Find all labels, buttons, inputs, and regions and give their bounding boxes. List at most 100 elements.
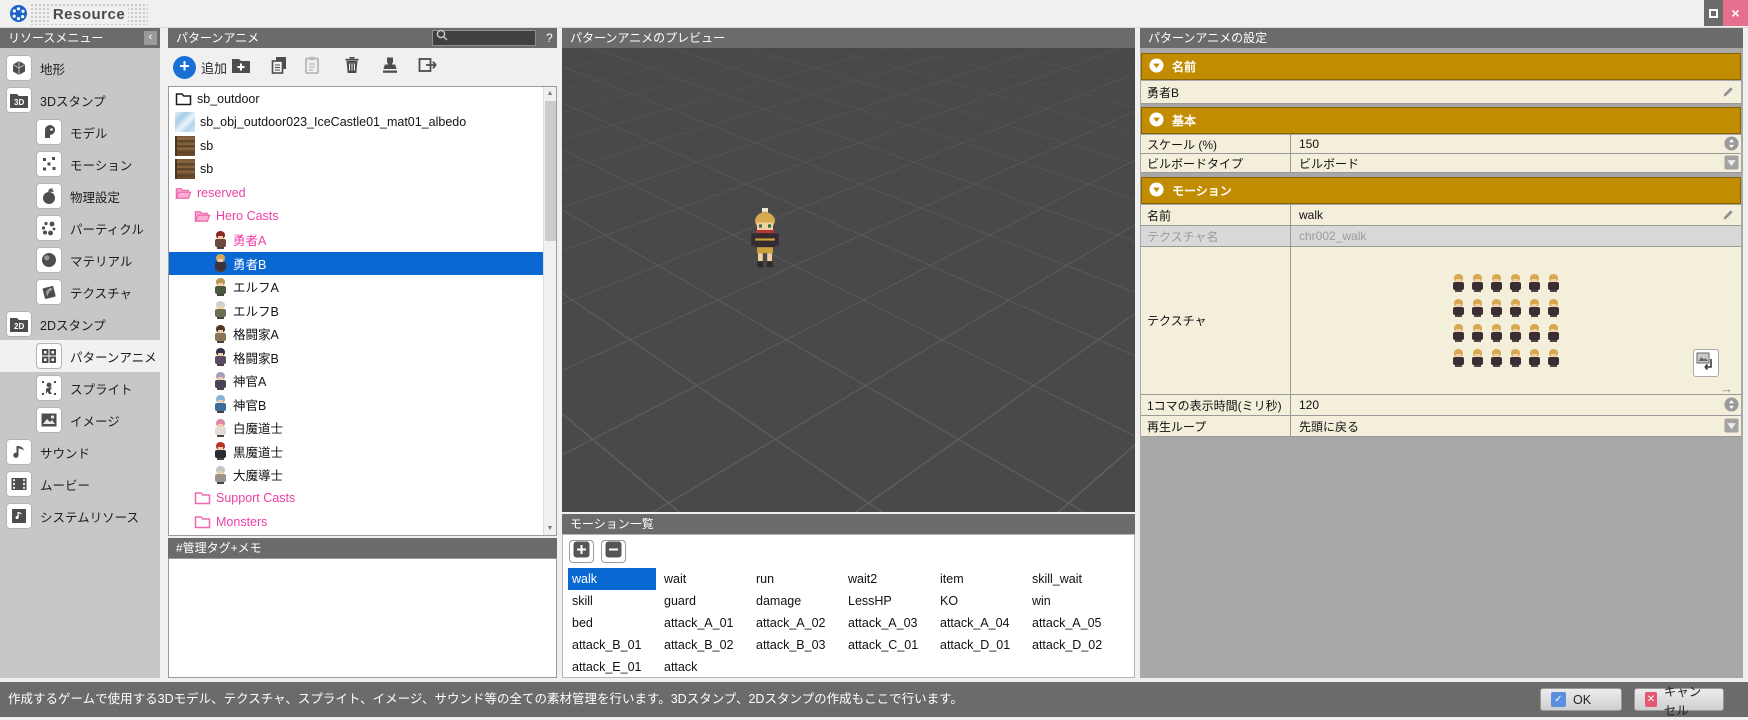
motion-item[interactable]: attack_D_01 <box>936 634 1028 656</box>
motion-item[interactable]: attack_E_01 <box>568 656 660 678</box>
scroll-down-icon[interactable]: ▼ <box>544 522 556 535</box>
tree-item[interactable]: エルフB <box>169 299 556 323</box>
tree-item[interactable]: sb_outdoor <box>169 87 556 111</box>
spinner-icon[interactable] <box>1724 136 1739 154</box>
remove-motion-button[interactable] <box>601 540 626 563</box>
search-input[interactable] <box>432 30 536 46</box>
tree-item[interactable]: Support Casts <box>169 487 556 511</box>
section-name[interactable]: 名前 <box>1141 53 1741 80</box>
sidebar-item-sprite[interactable]: スプライト <box>0 372 160 404</box>
tree-item[interactable]: 勇者A <box>169 228 556 252</box>
tree-item[interactable]: reserved <box>169 181 556 205</box>
tree-item[interactable]: 白魔道士 <box>169 416 556 440</box>
new-folder-button[interactable] <box>228 54 254 80</box>
preview-viewport[interactable] <box>562 48 1135 512</box>
sidebar-item-texture[interactable]: テクスチャ <box>0 276 160 308</box>
arrow-right-icon[interactable]: → <box>1720 381 1733 396</box>
sidebar-item-motion[interactable]: モーション <box>0 148 160 180</box>
motion-item[interactable]: KO <box>936 590 1028 612</box>
motion-item[interactable]: wait <box>660 568 752 590</box>
export-button[interactable] <box>415 54 441 80</box>
tree-item[interactable]: sb_obj_outdoor023_IceCastle01_mat01_albe… <box>169 111 556 135</box>
sidebar-item-system-resource[interactable]: システムリソース <box>0 500 160 532</box>
sidebar-item-stamp-2d[interactable]: 2D 2Dスタンプ <box>0 308 160 340</box>
frame-time-input[interactable]: 120 <box>1291 395 1741 415</box>
tree-item[interactable]: 勇者B <box>169 252 556 276</box>
motion-item[interactable]: guard <box>660 590 752 612</box>
motion-item[interactable]: run <box>752 568 844 590</box>
motion-item[interactable]: win <box>1028 590 1120 612</box>
section-basic[interactable]: 基本 <box>1141 107 1741 134</box>
motion-item[interactable]: attack_A_01 <box>660 612 752 634</box>
motion-item[interactable]: attack_B_01 <box>568 634 660 656</box>
sidebar-item-movie[interactable]: ムービー <box>0 468 160 500</box>
close-button[interactable]: × <box>1723 0 1748 26</box>
sidebar-item-label: マテリアル <box>70 251 132 270</box>
name-row[interactable]: 勇者B <box>1141 81 1741 104</box>
motion-item[interactable]: item <box>936 568 1028 590</box>
maximize-button[interactable] <box>1704 0 1723 26</box>
motion-item[interactable]: attack_B_03 <box>752 634 844 656</box>
tree-scrollbar[interactable]: ▲ ▼ <box>543 87 556 535</box>
add-button[interactable]: + 追加 <box>173 53 227 81</box>
sidebar-item-model[interactable]: モデル <box>0 116 160 148</box>
cancel-button[interactable]: ✕ キャンセル <box>1634 688 1724 711</box>
motion-name-input[interactable]: walk <box>1291 205 1741 225</box>
sidebar-item-terrain[interactable]: 地形 <box>0 52 160 84</box>
tree-item[interactable]: 黒魔道士 <box>169 440 556 464</box>
motion-item[interactable]: attack_A_05 <box>1028 612 1120 634</box>
sidebar-item-pattern-anime[interactable]: パターンアニメ <box>0 340 160 372</box>
motion-item[interactable]: LessHP <box>844 590 936 612</box>
motion-item[interactable]: damage <box>752 590 844 612</box>
image-select-button[interactable] <box>1693 349 1719 377</box>
tree-item[interactable]: 格闘家A <box>169 322 556 346</box>
motion-item[interactable]: skill_wait <box>1028 568 1120 590</box>
collapse-sidebar-button[interactable]: ‹ <box>144 31 157 45</box>
ok-button[interactable]: ✓ OK <box>1540 688 1622 711</box>
stamp-button[interactable] <box>377 54 403 80</box>
delete-button[interactable] <box>339 54 365 80</box>
help-button[interactable]: ? <box>546 28 557 48</box>
sidebar-item-particle[interactable]: パーティクル <box>0 212 160 244</box>
tree-item[interactable]: sb <box>169 134 556 158</box>
character-sprite-icon <box>1527 298 1542 318</box>
tree-item[interactable]: エルフA <box>169 275 556 299</box>
motion-item[interactable]: skill <box>568 590 660 612</box>
scroll-up-icon[interactable]: ▲ <box>544 87 556 100</box>
billboard-select[interactable]: ビルボード <box>1291 154 1741 172</box>
sidebar-item-physics[interactable]: 物理設定 <box>0 180 160 212</box>
motion-item[interactable]: bed <box>568 612 660 634</box>
motion-item[interactable]: walk <box>568 568 656 590</box>
add-motion-button[interactable] <box>569 540 594 563</box>
duplicate-button[interactable] <box>266 54 292 80</box>
sidebar-item-stamp-3d[interactable]: 3D 3Dスタンプ <box>0 84 160 116</box>
section-motion[interactable]: モーション <box>1141 177 1741 204</box>
tree-item[interactable]: 神官B <box>169 393 556 417</box>
loop-select[interactable]: 先頭に戻る <box>1291 416 1741 436</box>
tree-item[interactable]: 神官A <box>169 369 556 393</box>
motion-item[interactable]: attack_B_02 <box>660 634 752 656</box>
sidebar-item-material[interactable]: マテリアル <box>0 244 160 276</box>
motion-item[interactable]: attack_A_03 <box>844 612 936 634</box>
maximize-icon <box>1709 9 1718 18</box>
tree-item[interactable]: Monsters <box>169 510 556 534</box>
tree-item[interactable]: sb <box>169 158 556 182</box>
name-value[interactable]: 勇者B <box>1141 81 1741 103</box>
tree-item[interactable]: 大魔導士 <box>169 463 556 487</box>
motion-item[interactable]: attack_C_01 <box>844 634 936 656</box>
dropdown-icon[interactable] <box>1724 418 1739 436</box>
dropdown-icon[interactable] <box>1724 155 1739 173</box>
scrollbar-thumb[interactable] <box>545 101 556 241</box>
motion-item[interactable]: attack_A_04 <box>936 612 1028 634</box>
motion-item[interactable]: attack_A_02 <box>752 612 844 634</box>
sidebar-item-sound[interactable]: サウンド <box>0 436 160 468</box>
motion-item[interactable]: wait2 <box>844 568 936 590</box>
spinner-icon[interactable] <box>1724 397 1739 415</box>
motion-item[interactable]: attack <box>660 656 752 678</box>
tree-item[interactable]: 格闘家B <box>169 346 556 370</box>
tree-item[interactable]: Hero Casts <box>169 205 556 229</box>
memo-input[interactable] <box>168 558 557 678</box>
scale-input[interactable]: 150 <box>1291 135 1741 153</box>
sidebar-item-image[interactable]: イメージ <box>0 404 160 436</box>
motion-item[interactable]: attack_D_02 <box>1028 634 1120 656</box>
